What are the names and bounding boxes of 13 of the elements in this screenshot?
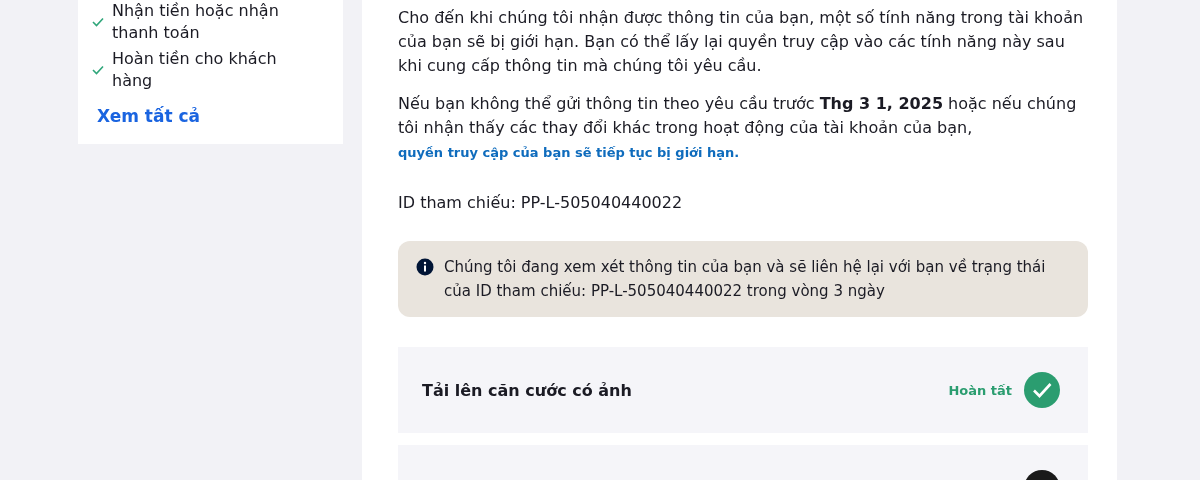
step-title: Tải lên căn cước có ảnh <box>422 380 632 400</box>
paragraph: Nếu bạn không thể gửi thông tin theo yêu cầu trước Thg 3 1, 2025 hoặc nếu chúng tôi nhận thấy các thay đổi khác trong hoạt động của tài khoản của bạn, quyền truy cập của bạn sẽ tiếp tục bị giới hạn. <box>398 93 1078 162</box>
access-limited-link[interactable]: quyền truy cập của bạn sẽ tiếp tục bị giới hạn. <box>398 145 740 160</box>
step-row[interactable]: Tải lên căn cước có ảnh Hoàn tất <box>398 347 1088 433</box>
notice-text: Chúng tôi đang xem xét thông tin của bạn và sẽ liên hệ lại với bạn về trạng thái của ID tham chiếu: PP-L-505040440022 trong vòng 3 ngày <box>444 257 1047 302</box>
reference-id: ID tham chiếu: PP-L-505040440022 <box>398 192 684 214</box>
feature-label: Nhận tiền hoặc nhận thanh toán <box>112 0 280 44</box>
info-icon <box>416 258 434 276</box>
paragraph: Cho đến khi chúng tôi nhận được thông tin của bạn, một số tính năng trong tài khoản của bạn sẽ bị giới hạn. Bạn có thể lấy lại quyền truy cập vào các tính năng này sau khi cung cấp thông tin mà chúng tôi yêu cầu. <box>398 7 1085 77</box>
status-label: Hoàn tất <box>948 382 1012 398</box>
check-circle-icon <box>1024 372 1060 408</box>
see-all-link[interactable]: Xem tất cả <box>97 106 200 126</box>
feature-label: Hoàn tiền cho khách hàng <box>112 48 278 92</box>
